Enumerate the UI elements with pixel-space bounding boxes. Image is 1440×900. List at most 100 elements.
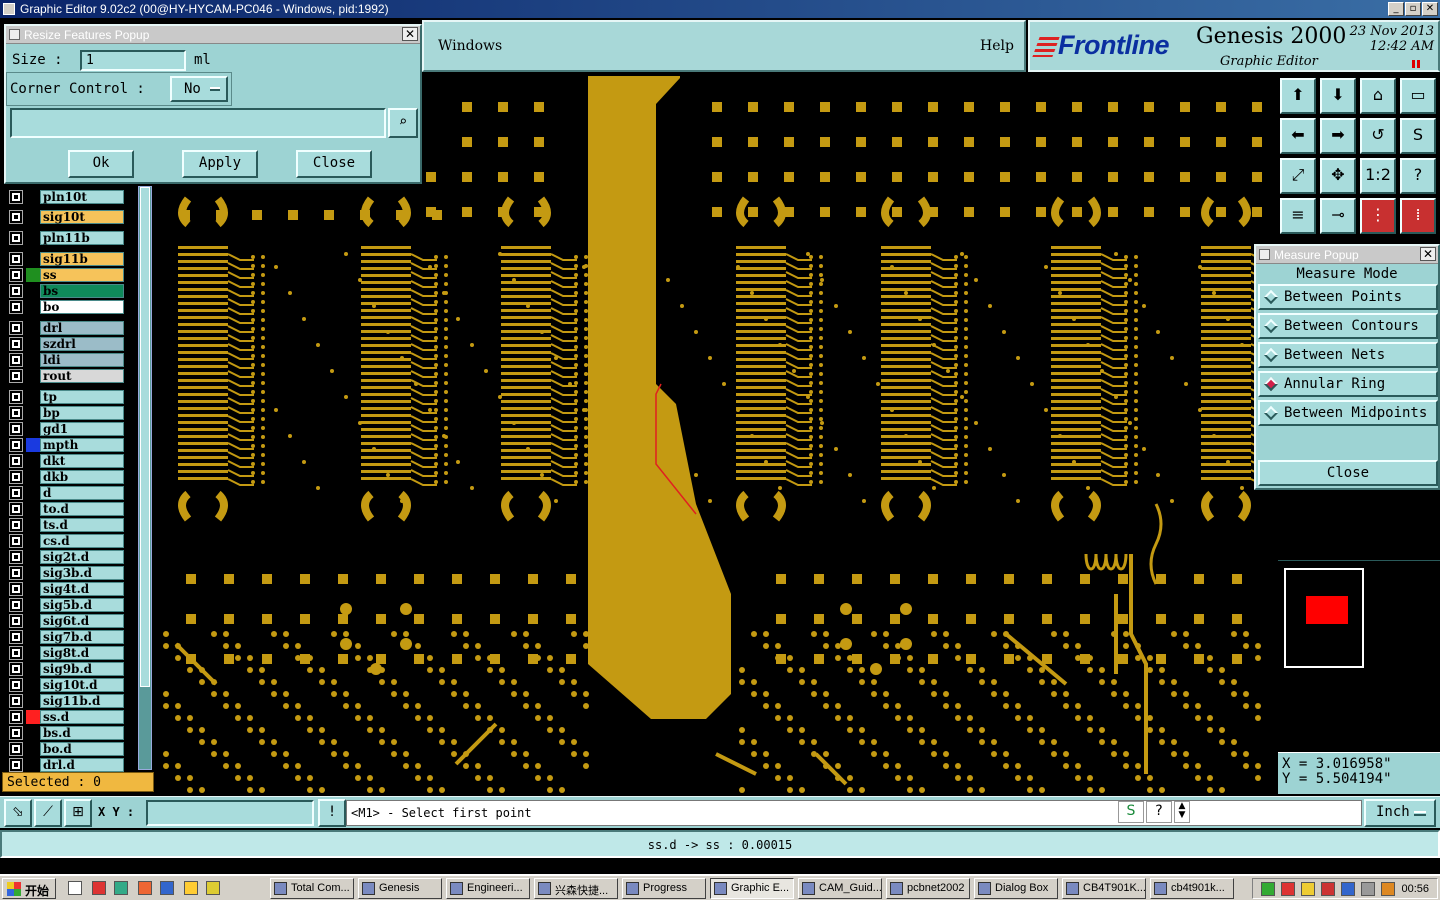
layer-color-swatch[interactable] <box>26 369 40 383</box>
layer-checkbox[interactable] <box>9 726 23 740</box>
layer-row-pln11b[interactable]: pln11b <box>6 231 124 245</box>
taskbar-item[interactable]: Dialog Box <box>974 878 1058 899</box>
tray-pen-icon[interactable] <box>1301 882 1315 896</box>
layer-color-swatch[interactable] <box>26 284 40 298</box>
layer-color-swatch[interactable] <box>26 582 40 596</box>
layer-color-swatch[interactable] <box>26 321 40 335</box>
snap-icon[interactable]: S <box>1400 118 1436 154</box>
layer-checkbox[interactable] <box>9 231 23 245</box>
layer-color-swatch[interactable] <box>26 630 40 644</box>
layer-checkbox[interactable] <box>9 758 23 772</box>
layer-color-swatch[interactable] <box>26 742 40 756</box>
layer-color-swatch[interactable] <box>26 566 40 580</box>
measure-close-button[interactable]: Close <box>1258 460 1438 486</box>
help-icon[interactable]: ? <box>1146 801 1172 823</box>
layer-color-swatch[interactable] <box>26 252 40 266</box>
tray-settings-icon[interactable] <box>1361 882 1375 896</box>
scale-icon[interactable]: 1:2 <box>1360 158 1396 194</box>
layer-row-sig8t.d[interactable]: sig8t.d <box>6 646 124 660</box>
tray-app-icon[interactable] <box>1281 882 1295 896</box>
quicklaunch-globe-icon[interactable] <box>114 881 128 895</box>
taskbar-item[interactable]: Progress <box>622 878 706 899</box>
quicklaunch-edit-icon[interactable] <box>68 881 82 895</box>
maximize-button[interactable]: ▫ <box>1405 2 1421 16</box>
taskbar-item[interactable]: pcbnet2002 <box>886 878 970 899</box>
layer-checkbox[interactable] <box>9 454 23 468</box>
unit-select[interactable]: Inch <box>1364 799 1436 827</box>
layer-color-swatch[interactable] <box>26 300 40 314</box>
layer-row-ss[interactable]: ss <box>6 268 124 282</box>
ok-button[interactable]: Ok <box>68 150 134 178</box>
layer-checkbox[interactable] <box>9 710 23 724</box>
close-window-button[interactable]: ✕ <box>1422 2 1438 16</box>
layer-row-drl.d[interactable]: drl.d <box>6 758 124 772</box>
start-button[interactable]: 开始 <box>2 878 56 899</box>
layer-color-swatch[interactable] <box>26 550 40 564</box>
quicklaunch-folder-icon[interactable] <box>206 881 220 895</box>
center-icon[interactable]: ✥ <box>1320 158 1356 194</box>
layer-checkbox[interactable] <box>9 742 23 756</box>
layer-color-swatch[interactable] <box>26 422 40 436</box>
layer-checkbox[interactable] <box>9 534 23 548</box>
apply-button[interactable]: Apply <box>182 150 258 178</box>
layer-checkbox[interactable] <box>9 598 23 612</box>
layer-color-swatch[interactable] <box>26 454 40 468</box>
home-icon[interactable]: ⌂ <box>1360 78 1396 114</box>
layer-row-gd1[interactable]: gd1 <box>6 422 124 436</box>
xy-input[interactable] <box>146 800 314 826</box>
layer-checkbox[interactable] <box>9 284 23 298</box>
window-icon[interactable]: ▭ <box>1400 78 1436 114</box>
layer-row-cs.d[interactable]: cs.d <box>6 534 124 548</box>
layer-row-sig6t.d[interactable]: sig6t.d <box>6 614 124 628</box>
taskbar-item[interactable]: CB4T901K... <box>1062 878 1146 899</box>
pan-left-icon[interactable]: ⬅ <box>1280 118 1316 154</box>
layer-row-sig4t.d[interactable]: sig4t.d <box>6 582 124 596</box>
overview-map[interactable] <box>1278 560 1440 750</box>
layer-row-ts.d[interactable]: ts.d <box>6 518 124 532</box>
net-icon[interactable]: ⋮ <box>1360 198 1396 234</box>
layer-row-szdrl[interactable]: szdrl <box>6 337 124 351</box>
select-tool-icon[interactable]: ⬂ <box>4 799 32 827</box>
layer-color-swatch[interactable] <box>26 758 40 772</box>
close-button[interactable]: Close <box>296 150 372 178</box>
pan-up-icon[interactable]: ⬆ <box>1280 78 1316 114</box>
layer-row-sig11b.d[interactable]: sig11b.d <box>6 694 124 708</box>
net-compare-icon[interactable]: ⁞ <box>1400 198 1436 234</box>
quicklaunch-save-icon[interactable] <box>160 881 174 895</box>
pan-down-icon[interactable]: ⬇ <box>1320 78 1356 114</box>
tray-volume-icon[interactable] <box>1381 882 1395 896</box>
layer-checkbox[interactable] <box>9 518 23 532</box>
layer-checkbox[interactable] <box>9 353 23 367</box>
layer-checkbox[interactable] <box>9 470 23 484</box>
layer-checkbox[interactable] <box>9 550 23 564</box>
taskbar-item[interactable]: Graphic E... <box>710 878 794 899</box>
layer-color-swatch[interactable] <box>26 518 40 532</box>
layer-color-swatch[interactable] <box>26 646 40 660</box>
spin-icon[interactable]: ▲ ▼ <box>1174 801 1190 823</box>
layer-checkbox[interactable] <box>9 321 23 335</box>
layer-row-sig3b.d[interactable]: sig3b.d <box>6 566 124 580</box>
close-icon[interactable]: ✕ <box>402 27 418 41</box>
layer-color-swatch[interactable] <box>26 231 40 245</box>
quicklaunch-app-icon[interactable] <box>138 881 152 895</box>
layer-row-sig10t.d[interactable]: sig10t.d <box>6 678 124 692</box>
taskbar-item[interactable]: cb4t901k... <box>1150 878 1234 899</box>
popup-text-area[interactable] <box>10 108 386 138</box>
layer-row-ldi[interactable]: ldi <box>6 353 124 367</box>
layer-row-d[interactable]: d <box>6 486 124 500</box>
grid-icon[interactable]: ⊞ <box>64 799 92 827</box>
menu-windows[interactable]: Windows <box>438 38 502 54</box>
layer-color-swatch[interactable] <box>26 337 40 351</box>
layer-color-swatch[interactable] <box>26 598 40 612</box>
layer-color-swatch[interactable] <box>26 534 40 548</box>
layer-color-swatch[interactable] <box>26 406 40 420</box>
layer-row-rout[interactable]: rout <box>6 369 124 383</box>
layer-row-pln10t[interactable]: pln10t <box>6 190 124 204</box>
layer-color-swatch[interactable] <box>26 662 40 676</box>
undo-zoom-icon[interactable]: ↺ <box>1360 118 1396 154</box>
layer-checkbox[interactable] <box>9 566 23 580</box>
measure-option-annular-ring[interactable]: Annular Ring <box>1258 371 1438 397</box>
probe-icon[interactable]: ⊸ <box>1320 198 1356 234</box>
layer-checkbox[interactable] <box>9 630 23 644</box>
layer-checkbox[interactable] <box>9 190 23 204</box>
